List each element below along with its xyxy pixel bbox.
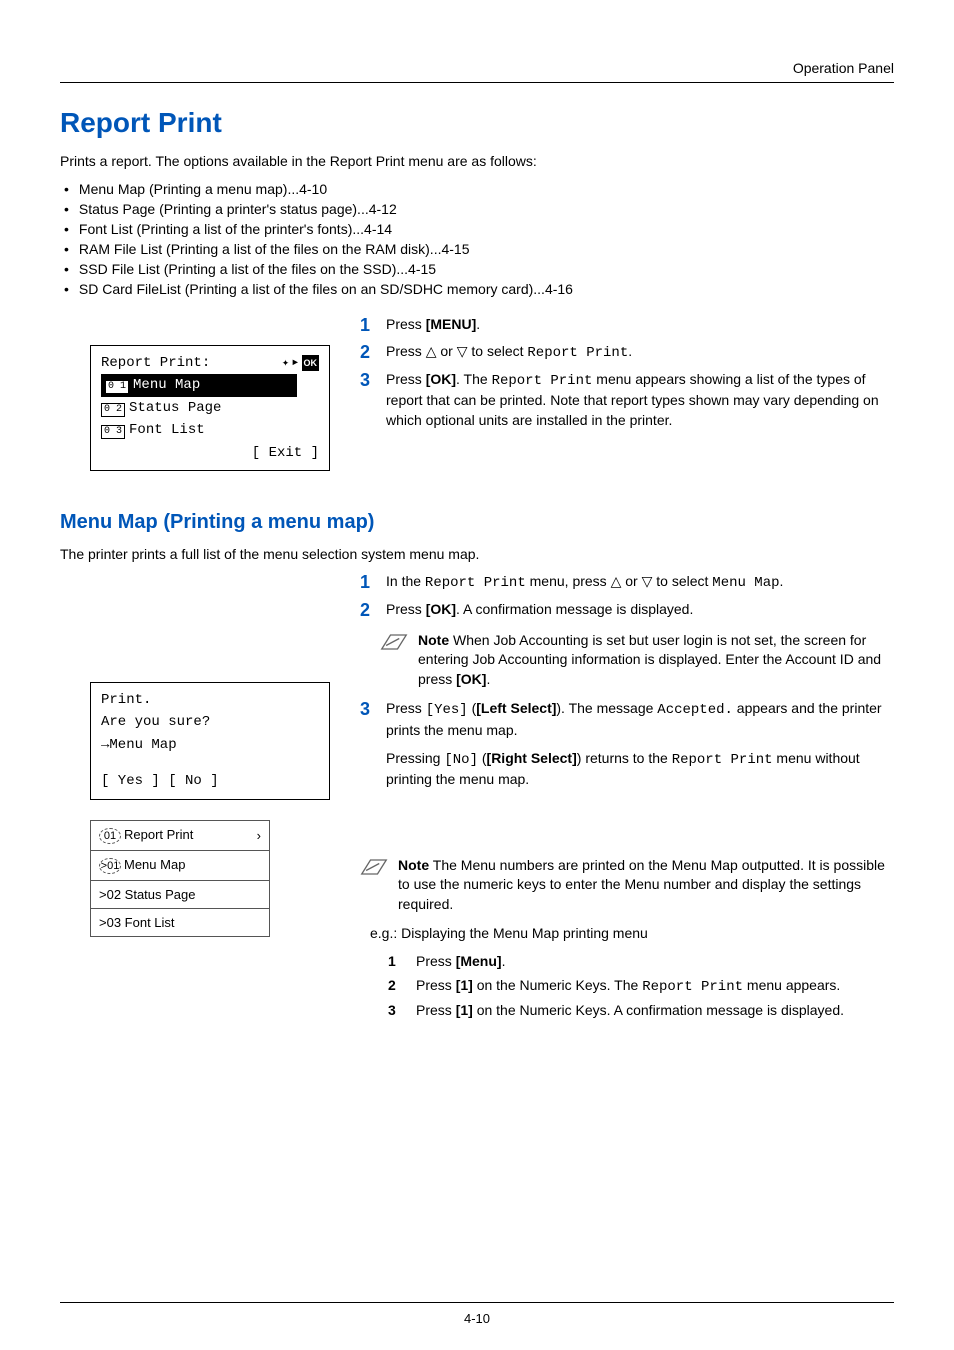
page-header: Operation Panel (60, 60, 894, 83)
list-item: Menu Map (Printing a menu map)...4-10 (64, 179, 894, 199)
lcd-item: Font List (129, 422, 205, 438)
step-number: 3 (360, 370, 376, 431)
list-item: Font List (Printing a list of the printe… (64, 219, 894, 239)
lcd-item-selected: 0 1Menu Map (101, 374, 297, 396)
lcd-line: →Menu Map (101, 734, 319, 756)
note-icon (380, 631, 408, 656)
step-text: In the Report Print menu, press △ or ▽ t… (386, 572, 783, 594)
steps-1: 1 Press [MENU]. 2 Press △ or ▽ to select… (360, 315, 894, 430)
note-example: e.g.: Displaying the Menu Map printing m… (370, 924, 894, 944)
steps-2: 1 In the Report Print menu, press △ or ▽… (360, 572, 894, 621)
dashed-number-icon: 01 (99, 828, 121, 844)
lcd-item: Status Page (129, 400, 221, 416)
step-text: Press [OK]. A confirmation message is di… (386, 600, 693, 621)
note-icon (360, 856, 388, 881)
list-item: SSD File List (Printing a list of the fi… (64, 259, 894, 279)
page-number: 4-10 (464, 1311, 490, 1326)
step-number: 3 (360, 699, 376, 740)
menu-map-panel: 01Report Print › >01Menu Map >02 Status … (90, 820, 270, 937)
panel-item: Report Print (124, 827, 193, 842)
lcd-line: Are you sure? (101, 711, 319, 733)
section-title: Menu Map (Printing a menu map) (60, 511, 894, 534)
step-number: 1 (360, 315, 376, 336)
step-text: Press [Yes] ([Left Select]). The message… (386, 699, 894, 740)
chevron-right-icon: › (257, 828, 261, 843)
step-text: Pressing [No] ([Right Select]) returns t… (386, 749, 894, 790)
list-item: Status Page (Printing a printer's status… (64, 199, 894, 219)
lcd-title: Report Print: (101, 352, 210, 374)
panel-item: >03 Font List (91, 909, 269, 936)
step-number: 1 (360, 572, 376, 594)
panel-item: >02 Status Page (91, 881, 269, 909)
step-text: Press △ or ▽ to select Report Print. (386, 342, 632, 364)
intro-text: Prints a report. The options available i… (60, 153, 894, 169)
panel-item: Menu Map (124, 857, 185, 872)
step-text: Press [OK]. The Report Print menu appear… (386, 370, 894, 431)
lcd-exit: [ Exit ] (101, 442, 319, 464)
list-item: SD Card FileList (Printing a list of the… (64, 279, 894, 299)
lcd-screen-2: Print. Are you sure? →Menu Map [ Yes ] [… (90, 682, 330, 800)
note-label: Note (398, 857, 429, 873)
substep-text: Press [Menu]. (416, 952, 505, 972)
step-text: Press [MENU]. (386, 315, 480, 336)
step-number: 2 (360, 600, 376, 621)
nav-ok-icon: ✦▸OK (282, 352, 319, 374)
section-intro: The printer prints a full list of the me… (60, 546, 894, 562)
note-text: The Menu numbers are printed on the Menu… (398, 857, 885, 912)
list-item: RAM File List (Printing a list of the fi… (64, 239, 894, 259)
note-block: Note When Job Accounting is set but user… (380, 631, 894, 690)
toc-list: Menu Map (Printing a menu map)...4-10 St… (60, 179, 894, 299)
lcd-buttons: [ Yes ] [ No ] (101, 770, 319, 792)
substep-number: 3 (388, 1001, 402, 1021)
note-label: Note (418, 632, 449, 648)
dashed-number-icon: >01 (99, 858, 121, 874)
note-block: Note The Menu numbers are printed on the… (360, 856, 894, 1025)
lcd-line: Print. (101, 689, 319, 711)
substep-text: Press [1] on the Numeric Keys. A confirm… (416, 1001, 844, 1021)
substep-number: 2 (388, 976, 402, 998)
substep-number: 1 (388, 952, 402, 972)
page-title: Report Print (60, 107, 894, 139)
lcd-screen-1: Report Print: ✦▸OK 0 1Menu Map 0 2Status… (90, 345, 330, 471)
substep-text: Press [1] on the Numeric Keys. The Repor… (416, 976, 840, 998)
step-number: 2 (360, 342, 376, 364)
